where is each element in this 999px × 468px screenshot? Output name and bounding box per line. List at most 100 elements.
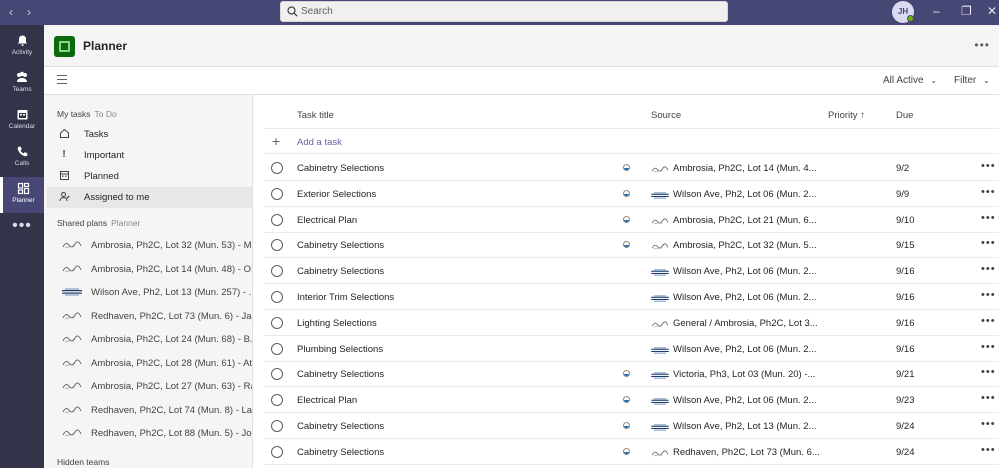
task-title[interactable]: Electrical Plan xyxy=(297,395,357,406)
more-options-icon[interactable]: ••• xyxy=(981,366,996,378)
task-title[interactable]: Cabinetry Selections xyxy=(297,266,384,277)
complete-task-checkbox[interactable] xyxy=(271,265,283,278)
task-source[interactable]: Wilson Ave, Ph2, Lot 06 (Mun. 2... xyxy=(673,395,816,406)
task-title[interactable]: Cabinetry Selections xyxy=(297,163,384,174)
hamburger-menu-icon[interactable] xyxy=(57,75,69,85)
more-options-icon[interactable]: ••• xyxy=(981,444,996,456)
task-title[interactable]: Cabinetry Selections xyxy=(297,421,384,432)
restore-icon[interactable]: ❐ xyxy=(961,4,972,18)
task-title[interactable]: Electrical Plan xyxy=(297,215,357,226)
table-row[interactable]: Cabinetry Selections Victoria, Ph3, Lot 0… xyxy=(264,361,999,388)
task-source[interactable]: Redhaven, Ph2C, Lot 73 (Mun. 6... xyxy=(673,447,820,458)
more-options-icon[interactable]: ••• xyxy=(981,186,996,198)
more-options-icon[interactable]: ••• xyxy=(981,160,996,172)
shared-plan-item[interactable]: Ambrosia, Ph2C, Lot 24 (Mun. 68) - B... xyxy=(47,328,252,351)
back-arrow-icon[interactable]: ‹ xyxy=(9,5,13,19)
column-header-source[interactable]: Source xyxy=(651,110,681,121)
complete-task-checkbox[interactable] xyxy=(271,187,283,200)
table-row[interactable]: Exterior Selections Wilson Ave, Ph2, Lot … xyxy=(264,181,999,207)
more-options-icon[interactable]: ••• xyxy=(974,38,990,52)
rail-item-activity[interactable]: Activity xyxy=(0,29,44,65)
more-options-icon[interactable]: ••• xyxy=(981,341,996,353)
complete-task-checkbox[interactable] xyxy=(271,213,283,226)
nav-item-assigned-to-me[interactable]: Assigned to me xyxy=(47,187,252,208)
more-options-icon[interactable]: ••• xyxy=(981,237,996,249)
task-title[interactable]: Cabinetry Selections xyxy=(297,369,384,380)
forward-arrow-icon[interactable]: › xyxy=(27,5,31,19)
task-title[interactable]: Cabinetry Selections xyxy=(297,240,384,251)
table-row[interactable]: Interior Trim Selections Wilson Ave, Ph2,… xyxy=(264,284,999,310)
task-source[interactable]: Wilson Ave, Ph2, Lot 13 (Mun. 2... xyxy=(673,421,816,432)
task-source[interactable]: General / Ambrosia, Ph2C, Lot 3... xyxy=(673,318,818,329)
more-apps-icon[interactable]: ••• xyxy=(0,217,44,235)
task-title[interactable]: Interior Trim Selections xyxy=(297,292,394,303)
table-row[interactable]: Cabinetry Selections Ambrosia, Ph2C, Lot … xyxy=(264,232,999,259)
shared-plan-item[interactable]: Ambrosia, Ph2C, Lot 32 (Mun. 53) - Mic xyxy=(47,234,252,257)
complete-task-checkbox[interactable] xyxy=(271,291,283,303)
table-row[interactable]: Electrical Plan Wilson Ave, Ph2, Lot 06 (… xyxy=(264,387,999,414)
shared-plan-item[interactable]: Redhaven, Ph2C, Lot 88 (Mun. 5) - Jo... xyxy=(47,422,252,445)
filter-dropdown[interactable]: Filter ⌄ xyxy=(954,75,990,86)
nav-item-planned[interactable]: Planned xyxy=(47,166,252,187)
complete-task-checkbox[interactable] xyxy=(271,420,283,432)
task-title[interactable]: Plumbing Selections xyxy=(297,344,383,355)
add-task-button[interactable]: + Add a task xyxy=(264,129,999,154)
complete-task-checkbox[interactable] xyxy=(271,342,283,355)
more-options-icon[interactable]: ••• xyxy=(981,392,996,404)
shared-plan-item[interactable]: Ambrosia, Ph2C, Lot 27 (Mun. 63) - Rai xyxy=(47,375,252,398)
task-source[interactable]: Ambrosia, Ph2C, Lot 14 (Mun. 4... xyxy=(673,163,817,174)
table-row[interactable]: Cabinetry Selections Wilson Ave, Ph2, Lot… xyxy=(264,258,999,285)
task-source[interactable]: Ambrosia, Ph2C, Lot 21 (Mun. 6... xyxy=(673,215,817,226)
all-active-dropdown[interactable]: All Active ⌄ xyxy=(883,75,937,86)
complete-task-checkbox[interactable] xyxy=(271,239,283,252)
more-options-icon[interactable]: ••• xyxy=(981,212,996,224)
task-source[interactable]: Wilson Ave, Ph2, Lot 06 (Mun. 2... xyxy=(673,266,816,277)
complete-task-checkbox[interactable] xyxy=(271,162,283,174)
table-row[interactable]: Cabinetry Selections Redhaven, Ph2C, Lot … xyxy=(264,439,999,465)
ambrosia-logo-icon xyxy=(62,264,82,272)
task-source[interactable]: Wilson Ave, Ph2, Lot 06 (Mun. 2... xyxy=(673,292,816,303)
toolbar: All Active ⌄ Filter ⌄ xyxy=(44,67,999,95)
shared-plan-item[interactable]: Wilson Ave, Ph2, Lot 13 (Mun. 257) - ... xyxy=(47,281,252,304)
more-options-icon[interactable]: ••• xyxy=(981,263,996,275)
search-input[interactable]: Search xyxy=(280,1,728,22)
complete-task-checkbox[interactable] xyxy=(271,394,283,407)
complete-task-checkbox[interactable] xyxy=(271,445,283,458)
complete-task-checkbox[interactable] xyxy=(271,316,283,329)
planner-icon xyxy=(17,182,30,195)
person-icon xyxy=(58,191,70,203)
table-row[interactable]: Plumbing Selections Wilson Ave, Ph2, Lot … xyxy=(264,336,999,362)
complete-task-checkbox[interactable] xyxy=(271,368,283,381)
table-row[interactable]: Cabinetry Selections Wilson Ave, Ph2, Lot… xyxy=(264,413,999,439)
column-header-priority[interactable]: Priority ↑ xyxy=(828,110,865,121)
task-source[interactable]: Ambrosia, Ph2C, Lot 32 (Mun. 5... xyxy=(673,240,817,251)
rail-item-calendar[interactable]: Calendar xyxy=(0,103,44,139)
task-source[interactable]: Victoria, Ph3, Lot 03 (Mun. 20) -... xyxy=(673,369,815,380)
task-source[interactable]: Wilson Ave, Ph2, Lot 06 (Mun. 2... xyxy=(673,189,816,200)
rail-item-teams[interactable]: Teams xyxy=(0,66,44,102)
shared-plan-item[interactable]: Ambrosia, Ph2C, Lot 14 (Mun. 48) - O... xyxy=(47,258,252,281)
nav-item-important[interactable]: ! Important xyxy=(47,145,252,166)
task-title[interactable]: Exterior Selections xyxy=(297,189,376,200)
task-title[interactable]: Cabinetry Selections xyxy=(297,447,384,458)
table-row[interactable]: Cabinetry Selections Ambrosia, Ph2C, Lot … xyxy=(264,155,999,181)
rail-item-planner[interactable]: Planner xyxy=(0,177,44,213)
task-source[interactable]: Wilson Ave, Ph2, Lot 06 (Mun. 2... xyxy=(673,344,816,355)
ambrosia-logo-icon xyxy=(651,166,669,173)
task-title[interactable]: Lighting Selections xyxy=(297,318,377,329)
close-icon[interactable]: ✕ xyxy=(987,4,997,18)
nav-item-tasks[interactable]: Tasks xyxy=(47,124,252,145)
table-row[interactable]: Lighting Selections General / Ambrosia, P… xyxy=(264,310,999,336)
more-options-icon[interactable]: ••• xyxy=(981,418,996,430)
table-row[interactable]: Electrical Plan Ambrosia, Ph2C, Lot 21 (M… xyxy=(264,207,999,233)
column-header-due[interactable]: Due xyxy=(896,110,913,121)
rail-item-calls[interactable]: Calls xyxy=(0,140,44,176)
shared-plan-item[interactable]: Redhaven, Ph2C, Lot 73 (Mun. 6) - Ja... xyxy=(47,305,252,328)
minimize-icon[interactable]: – xyxy=(933,4,940,18)
shared-plan-item[interactable]: Ambrosia, Ph2C, Lot 28 (Mun. 61) - At... xyxy=(47,352,252,375)
more-options-icon[interactable]: ••• xyxy=(981,289,996,301)
in-progress-icon xyxy=(623,447,630,455)
shared-plan-item[interactable]: Redhaven, Ph2C, Lot 74 (Mun. 8) - Laf... xyxy=(47,399,252,422)
column-header-task-title[interactable]: Task title xyxy=(297,110,334,121)
more-options-icon[interactable]: ••• xyxy=(981,315,996,327)
